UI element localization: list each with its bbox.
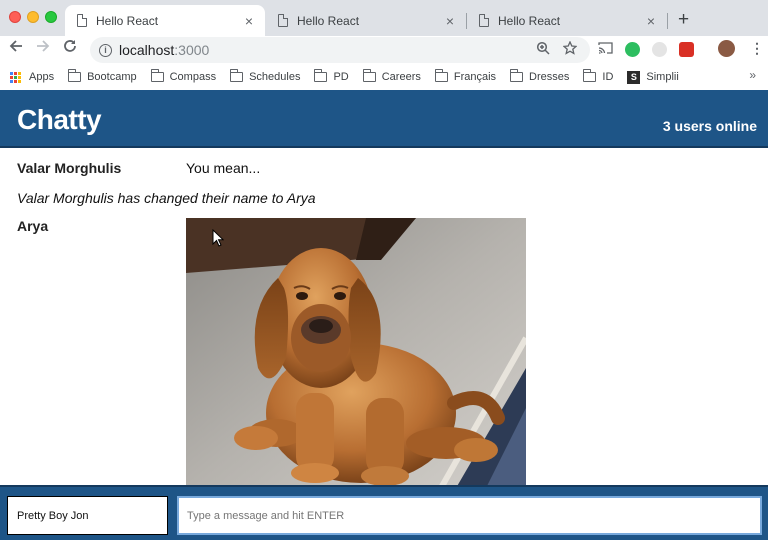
more-bookmarks-chevron-icon[interactable]: » — [749, 68, 756, 82]
bookmark-folder[interactable]: PD — [314, 69, 349, 83]
users-online-count: 3 users online — [662, 118, 757, 134]
bookmark-label: ID — [602, 71, 614, 83]
browser-tab[interactable]: Hello React × — [266, 5, 466, 36]
folder-icon — [68, 69, 82, 82]
apps-grid-icon — [10, 71, 21, 83]
zoom-window-button[interactable] — [45, 11, 57, 23]
close-icon[interactable]: × — [442, 13, 458, 29]
close-icon[interactable]: × — [643, 13, 659, 29]
extension-icon[interactable] — [652, 42, 667, 57]
extension-icon[interactable] — [679, 42, 694, 57]
folder-icon — [314, 69, 328, 82]
notification-message: Valar Morghulis has changed their name t… — [17, 190, 316, 206]
app-navbar: Chatty 3 users online — [0, 90, 768, 148]
bookmark-folder[interactable]: Français — [434, 69, 497, 83]
bookmark-folder[interactable]: ID — [583, 69, 614, 83]
folder-icon — [362, 69, 376, 82]
bookmarks-bar: Apps Bootcamp Compass Schedules PD Caree… — [0, 64, 768, 90]
bookmark-label: Français — [453, 71, 497, 83]
page-icon — [77, 14, 87, 27]
tab-separator — [667, 13, 668, 29]
bookmark-simplii[interactable]: S Simplii — [627, 70, 679, 84]
bookmark-label: Schedules — [249, 71, 301, 83]
bookmark-apps[interactable]: Apps — [10, 71, 54, 83]
url-host: localhost — [119, 42, 175, 58]
bookmark-folder[interactable]: Schedules — [230, 69, 301, 83]
browser-tabstrip: Hello React × Hello React × Hello React … — [0, 0, 768, 36]
address-bar[interactable]: i localhost:3000 — [90, 37, 590, 63]
url-port: :3000 — [174, 42, 210, 58]
chat-composer — [0, 485, 768, 540]
bookmark-label: Bootcamp — [87, 71, 137, 83]
folder-icon — [230, 69, 244, 82]
bookmark-label: Apps — [29, 71, 55, 83]
zoom-icon[interactable] — [536, 41, 550, 58]
browser-tab[interactable]: Hello React × — [467, 5, 667, 36]
app-brand[interactable]: Chatty — [17, 104, 102, 136]
message-username: Valar Morghulis — [17, 160, 122, 176]
menu-kebab-icon[interactable]: ⋮ — [750, 40, 764, 57]
folder-icon — [583, 69, 597, 82]
close-icon[interactable]: × — [241, 13, 257, 29]
username-input[interactable] — [7, 496, 168, 535]
page-icon — [479, 14, 489, 27]
browser-toolbar: i localhost:3000 ⋮ — [0, 36, 768, 64]
folder-icon — [510, 69, 524, 82]
info-icon[interactable]: i — [99, 43, 112, 57]
bookmark-folder[interactable]: Compass — [150, 69, 217, 83]
folder-icon — [434, 69, 448, 82]
bookmark-label: Dresses — [529, 71, 570, 83]
bookmark-label: Simplii — [646, 71, 679, 83]
bookmark-folder[interactable]: Dresses — [510, 69, 570, 83]
tab-title: Hello React — [96, 13, 159, 28]
close-window-button[interactable] — [9, 11, 21, 23]
back-arrow-icon[interactable] — [9, 39, 23, 58]
bookmark-folder[interactable]: Careers — [362, 69, 421, 83]
folder-icon — [150, 69, 164, 82]
message-image-dog — [186, 218, 526, 485]
profile-avatar[interactable] — [718, 40, 735, 57]
page-icon — [278, 14, 288, 27]
bookmark-star-icon[interactable] — [562, 40, 578, 58]
forward-arrow-icon[interactable] — [36, 39, 50, 58]
message-username: Arya — [17, 218, 49, 234]
bookmark-label: Compass — [169, 71, 217, 83]
evernote-extension-icon[interactable] — [625, 42, 640, 57]
bookmark-label: Careers — [381, 71, 421, 83]
tab-title: Hello React — [498, 13, 561, 28]
message-list: Valar Morghulis You mean... Valar Morghu… — [0, 148, 768, 485]
message-content: You mean... — [186, 160, 261, 176]
reload-icon[interactable] — [63, 39, 77, 58]
mouse-cursor-icon — [212, 228, 225, 252]
message-input[interactable] — [177, 496, 762, 535]
cast-icon[interactable] — [598, 41, 613, 58]
new-tab-button[interactable]: + — [678, 9, 689, 31]
bookmark-folder[interactable]: Bootcamp — [68, 69, 137, 83]
tab-title: Hello React — [297, 13, 360, 28]
browser-tab[interactable]: Hello React × — [65, 5, 265, 36]
bookmark-label: PD — [333, 71, 349, 83]
minimize-window-button[interactable] — [27, 11, 39, 23]
simplii-icon: S — [627, 70, 641, 84]
